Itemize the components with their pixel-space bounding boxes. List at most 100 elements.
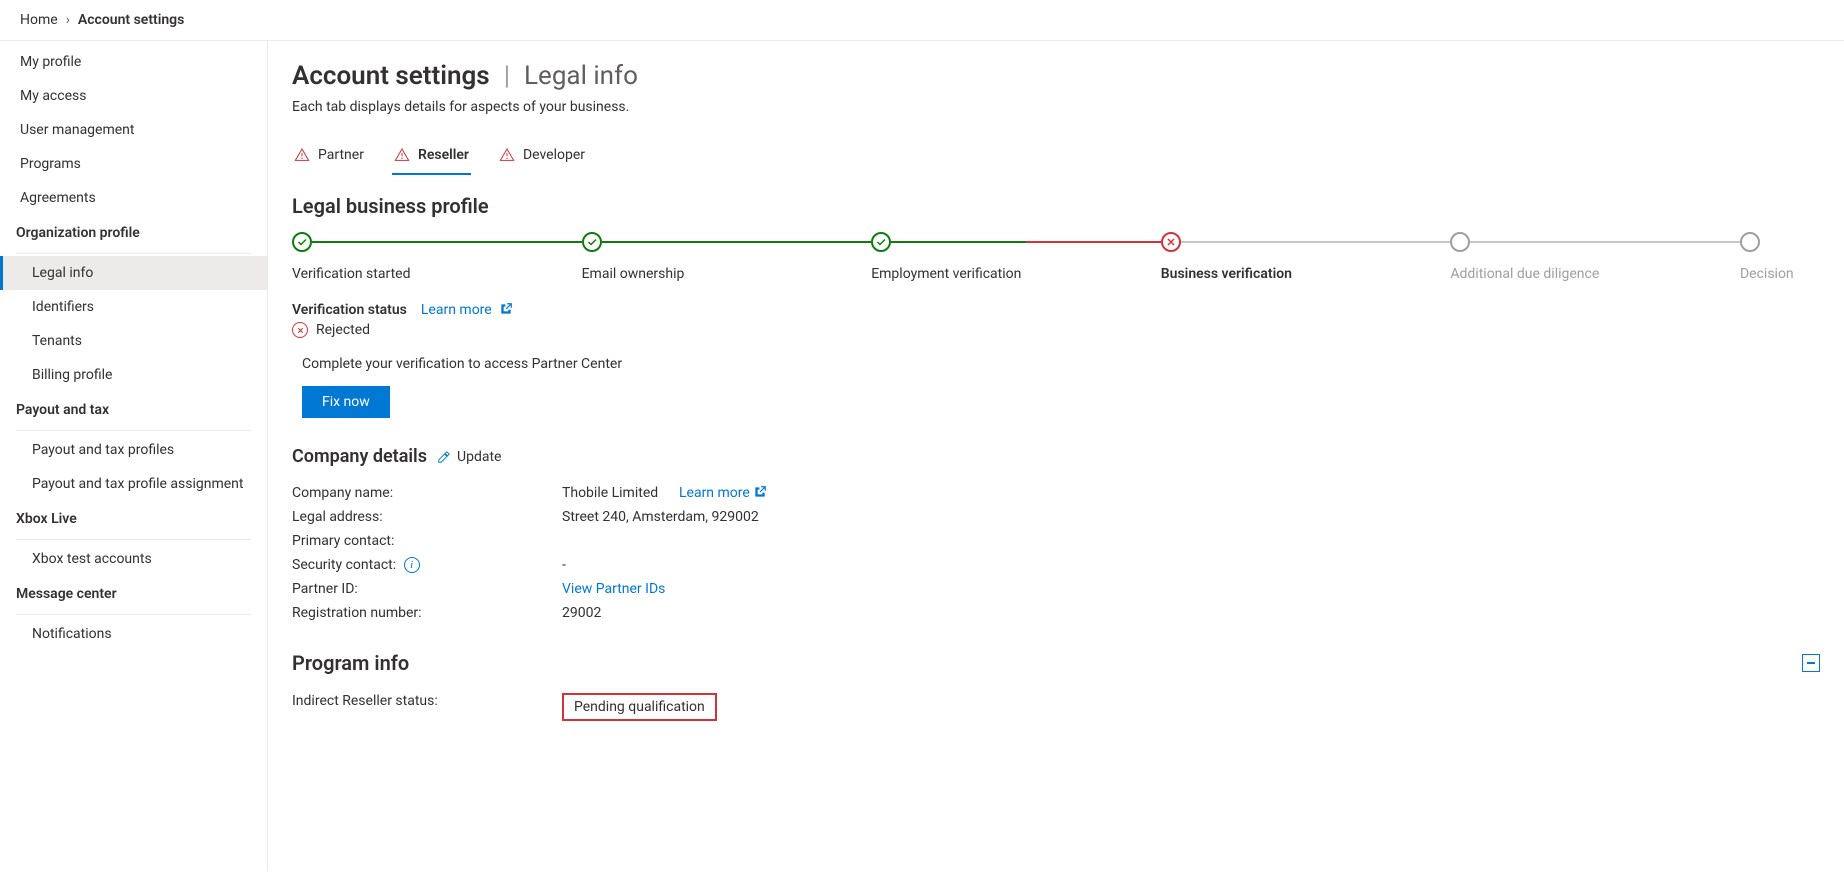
tab-label: Reseller [418,147,469,163]
error-icon [292,322,308,338]
sidebar-item-xbox-test[interactable]: Xbox test accounts [0,542,267,576]
row-company-name: Company name: Thobile Limited Learn more [292,481,1820,505]
breadcrumb-home[interactable]: Home [20,12,58,28]
sidebar-item-my-profile[interactable]: My profile [0,45,267,79]
label: Legal address: [292,509,562,525]
external-link-icon [499,302,513,316]
info-icon[interactable]: i [404,557,420,573]
sidebar-item-notifications[interactable]: Notifications [0,617,267,651]
minus-icon [1806,658,1816,668]
step-employment-verification: Employment verification [871,232,1161,282]
error-icon [1161,232,1181,252]
heading-text: Company details [292,446,427,467]
sidebar-header-xbox-live: Xbox Live [0,501,267,535]
sidebar-item-agreements[interactable]: Agreements [0,181,267,215]
step-email-ownership: Email ownership [582,232,872,282]
tab-label: Partner [318,147,364,163]
label: Primary contact: [292,533,562,549]
row-partner-id: Partner ID: View Partner IDs [292,577,1820,601]
tab-partner[interactable]: Partner [292,139,366,175]
verification-status-label: Verification status [292,302,407,318]
step-label: Business verification [1161,266,1451,282]
sidebar-item-programs[interactable]: Programs [0,147,267,181]
warning-icon [394,147,410,163]
label: Registration number: [292,605,562,621]
link-text: Learn more [421,302,492,318]
company-name-value: Thobile Limited [562,485,658,501]
check-icon [582,232,602,252]
tab-label: Developer [523,147,585,163]
legal-profile-heading: Legal business profile [292,194,1820,218]
sidebar-item-my-access[interactable]: My access [0,79,267,113]
step-label: Verification started [292,266,582,282]
external-link-icon [753,485,767,499]
label-text: Security contact: [292,557,396,573]
breadcrumb: Home › Account settings [0,0,1844,41]
warning-icon [294,147,310,163]
tab-developer[interactable]: Developer [497,139,587,175]
connector [602,241,872,243]
connector [891,241,1161,243]
sidebar-item-identifiers[interactable]: Identifiers [0,290,267,324]
connector [1181,241,1451,243]
collapse-button[interactable] [1802,654,1820,672]
pending-icon [1450,232,1470,252]
page-title-sub: Legal info [524,61,638,91]
sidebar-item-payout-assignment[interactable]: Payout and tax profile assignment [0,467,267,501]
sidebar-header-payout-tax: Payout and tax [0,392,267,426]
check-icon [292,232,312,252]
sidebar-item-payout-profiles[interactable]: Payout and tax profiles [0,433,267,467]
value: - [562,557,566,573]
page-title: Account settings | Legal info [292,61,1820,91]
connector [1470,241,1740,243]
warning-icon [499,147,515,163]
tabs: Partner Reseller Developer [292,139,1820,176]
rejected-status: Rejected [292,322,1820,338]
divider [16,430,251,431]
link-text: Learn more [679,485,750,501]
sidebar-item-tenants[interactable]: Tenants [0,324,267,358]
page-title-main: Account settings [292,61,490,91]
step-label: Employment verification [871,266,1161,282]
step-label: Additional due diligence [1450,266,1740,282]
label: Partner ID: [292,581,562,597]
label: Security contact: i [292,557,562,573]
chevron-right-icon: › [66,12,70,28]
label: Indirect Reseller status: [292,693,562,721]
fix-block: Complete your verification to access Par… [302,356,1820,418]
title-separator: | [504,61,510,91]
view-partner-ids-link[interactable]: View Partner IDs [562,581,665,597]
value: Street 240, Amsterdam, 929002 [562,509,759,525]
edit-icon [437,450,451,464]
step-decision: Decision [1740,232,1820,282]
step-label: Email ownership [582,266,872,282]
tab-reseller[interactable]: Reseller [392,139,471,175]
learn-more-link[interactable]: Learn more [679,485,767,501]
check-icon [871,232,891,252]
divider [16,253,251,254]
main-content: Account settings | Legal info Each tab d… [268,41,1844,871]
sidebar-item-legal-info[interactable]: Legal info [0,256,267,290]
verification-stepper: Verification started Email ownership Emp… [292,232,1820,282]
learn-more-link[interactable]: Learn more [421,302,513,318]
page-description: Each tab displays details for aspects of… [292,99,1820,115]
fix-text: Complete your verification to access Par… [302,356,1820,372]
rejected-label: Rejected [316,322,370,338]
sidebar-item-billing-profile[interactable]: Billing profile [0,358,267,392]
row-primary-contact: Primary contact: [292,529,1820,553]
divider [16,539,251,540]
divider [16,614,251,615]
row-reseller-status: Indirect Reseller status: Pending qualif… [292,689,1820,725]
connector [312,241,582,243]
update-link[interactable]: Update [437,449,501,465]
company-details-heading: Company details Update [292,446,1820,467]
sidebar: My profile My access User management Pro… [0,41,268,871]
update-label: Update [457,449,501,465]
step-label: Decision [1740,266,1820,282]
step-business-verification: Business verification [1161,232,1451,282]
step-additional-due-diligence: Additional due diligence [1450,232,1740,282]
fix-now-button[interactable]: Fix now [302,386,390,418]
pending-icon [1740,232,1760,252]
sidebar-item-user-management[interactable]: User management [0,113,267,147]
step-verification-started: Verification started [292,232,582,282]
